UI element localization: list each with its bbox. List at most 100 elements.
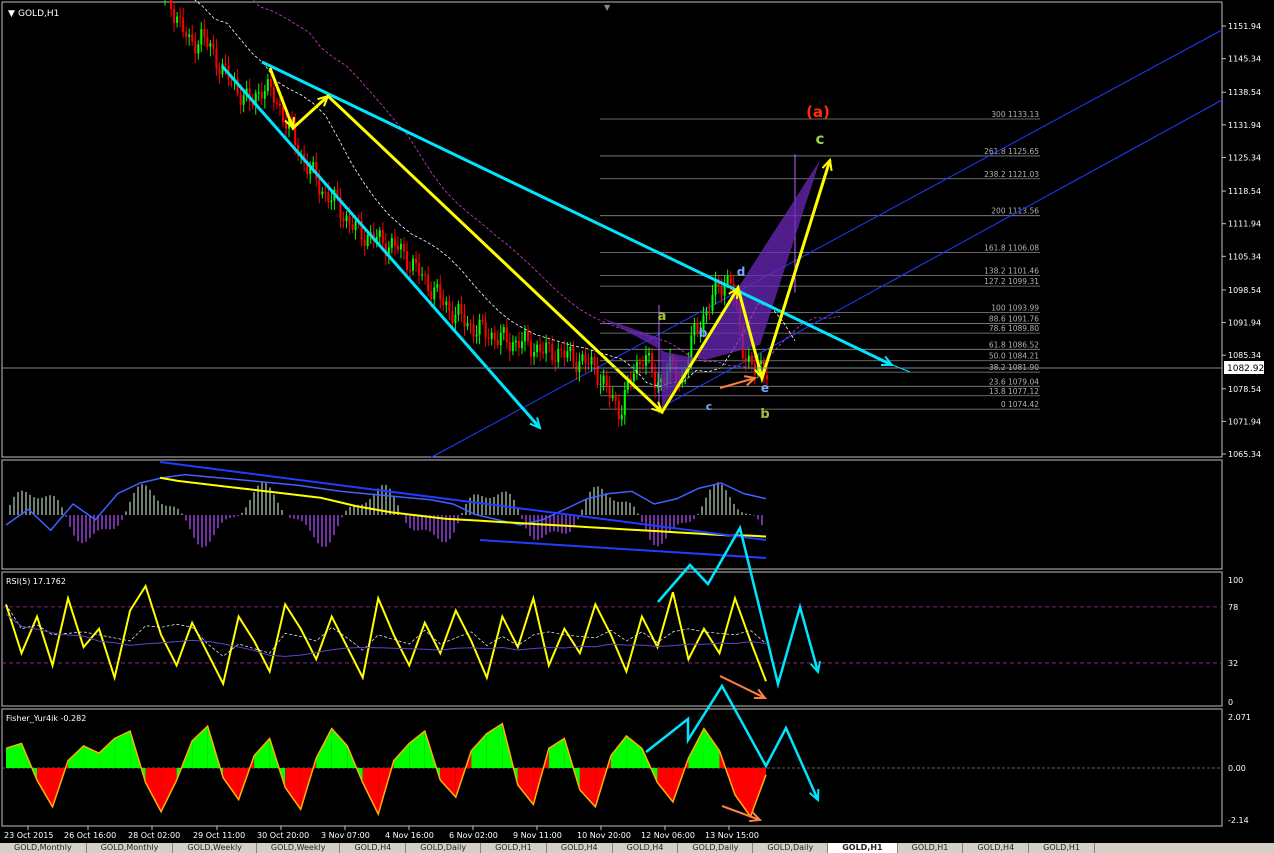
- candle-body: [170, 0, 173, 10]
- wave-label: e: [761, 381, 769, 395]
- candle-body: [493, 332, 496, 340]
- candle-body: [406, 251, 408, 270]
- candle-body: [472, 324, 475, 337]
- candle-body: [351, 224, 354, 230]
- dropdown-arrow-icon[interactable]: ▼: [8, 9, 15, 19]
- candle-body: [433, 287, 436, 300]
- fisher-area-segment: [362, 768, 379, 815]
- candle-body: [275, 102, 278, 104]
- candle-body: [466, 323, 469, 327]
- candle-body: [651, 353, 654, 373]
- candle-body: [269, 79, 272, 88]
- wave-label: b: [699, 326, 708, 340]
- price-tick-label: 1105.34: [1228, 252, 1261, 261]
- candle-body: [560, 348, 563, 350]
- candle-body: [448, 301, 451, 311]
- time-tick-label: 9 Nov 11:00: [513, 831, 562, 840]
- candle-body: [750, 355, 753, 365]
- candle-body: [765, 375, 768, 380]
- chart-tab[interactable]: GOLD,Weekly: [173, 843, 257, 853]
- chart-window[interactable]: 300 1133.13261.8 1125.65238.2 1121.03200…: [0, 0, 1274, 853]
- candle-body: [206, 36, 209, 47]
- candle-body: [469, 323, 472, 325]
- chart-tab[interactable]: GOLD,Daily: [753, 843, 829, 853]
- candle-body: [242, 95, 245, 105]
- candle-body: [348, 215, 351, 225]
- time-tick-label: 28 Oct 02:00: [128, 831, 180, 840]
- candle-body: [520, 341, 523, 349]
- candle-body: [481, 319, 484, 322]
- chart-tab[interactable]: GOLD,H1: [481, 843, 547, 853]
- fisher-area-segment: [285, 768, 301, 810]
- chart-tab[interactable]: GOLD,H4: [963, 843, 1030, 853]
- candle-body: [726, 276, 729, 285]
- candle-body: [744, 358, 747, 362]
- chart-tab[interactable]: GOLD,H4: [547, 843, 613, 853]
- candle-body: [551, 343, 554, 361]
- candle-body: [608, 385, 611, 399]
- candle-body: [747, 355, 750, 362]
- candle-body: [263, 91, 266, 99]
- time-tick-label: 23 Oct 2015: [4, 831, 53, 840]
- chart-tab[interactable]: GOLD,Monthly: [87, 843, 174, 853]
- candle-body: [563, 349, 566, 358]
- candle-body: [490, 332, 493, 339]
- chart-tab[interactable]: GOLD,Weekly: [257, 843, 341, 853]
- shift-marker-icon[interactable]: ▼: [604, 3, 611, 12]
- fisher-area-segment: [145, 768, 162, 812]
- candle-body: [451, 310, 454, 324]
- chart-tab[interactable]: GOLD,H1: [1029, 843, 1095, 853]
- chart-tab[interactable]: GOLD,Daily: [678, 843, 754, 853]
- candle-body: [463, 314, 466, 327]
- fisher-area-segment: [99, 738, 115, 768]
- candle-body: [505, 327, 508, 343]
- chart-tab[interactable]: GOLD,H1: [828, 843, 898, 853]
- fisher-tick-label: -2.14: [1228, 816, 1249, 825]
- candle-body: [173, 9, 176, 23]
- price-tick-label: 1091.94: [1228, 319, 1261, 328]
- time-tick-label: 3 Nov 07:00: [321, 831, 370, 840]
- channel-line-lower: [659, 99, 1223, 409]
- candle-body: [632, 373, 635, 382]
- fib-level-label: 23.6 1079.04: [989, 377, 1039, 386]
- candle-body: [484, 321, 487, 338]
- candle-body: [711, 294, 714, 311]
- candle-body: [399, 243, 402, 250]
- candle-body: [572, 347, 575, 363]
- rsi-tick-label: 32: [1228, 659, 1238, 668]
- candle-body: [548, 342, 551, 344]
- candle-body: [176, 16, 179, 23]
- candle-body: [188, 34, 191, 37]
- candle-body: [641, 364, 644, 366]
- chart-tab[interactable]: GOLD,Monthly: [0, 843, 87, 853]
- candle-body: [590, 357, 593, 365]
- wave-label: a: [658, 309, 667, 324]
- candle-body: [523, 330, 526, 342]
- candle-body: [605, 375, 608, 386]
- chart-tab[interactable]: GOLD,H1: [898, 843, 964, 853]
- fib-level-label: 127.2 1099.31: [984, 277, 1039, 286]
- price-tick-label: 1138.54: [1228, 88, 1261, 97]
- rsi-tick-label: 0: [1228, 698, 1233, 707]
- fisher-area-segment: [37, 768, 53, 807]
- candle-body: [436, 284, 439, 288]
- candle-body: [539, 344, 542, 352]
- candlesticks: [164, 0, 796, 427]
- indicator-pane-1[interactable]: [1, 459, 1223, 570]
- rsi-tick-label: 78: [1228, 603, 1238, 612]
- fisher-area-segment: [471, 733, 487, 768]
- candle-body: [478, 319, 481, 335]
- candle-body: [345, 215, 348, 222]
- fisher-area-segment: [161, 768, 177, 812]
- candle-body: [203, 29, 206, 37]
- chart-tab[interactable]: GOLD,H4: [613, 843, 679, 853]
- fisher-area: [2, 722, 1222, 819]
- candle-body: [623, 390, 626, 415]
- time-tick-label: 4 Nov 16:00: [385, 831, 434, 840]
- candle-body: [729, 276, 732, 285]
- time-tick-label: 29 Oct 11:00: [193, 831, 245, 840]
- chart-tab[interactable]: GOLD,H4: [340, 843, 407, 853]
- chart-tab[interactable]: GOLD,Daily: [406, 843, 482, 853]
- fisher-tick-label: 2.071: [1228, 713, 1251, 722]
- fisher-area-segment: [626, 735, 642, 768]
